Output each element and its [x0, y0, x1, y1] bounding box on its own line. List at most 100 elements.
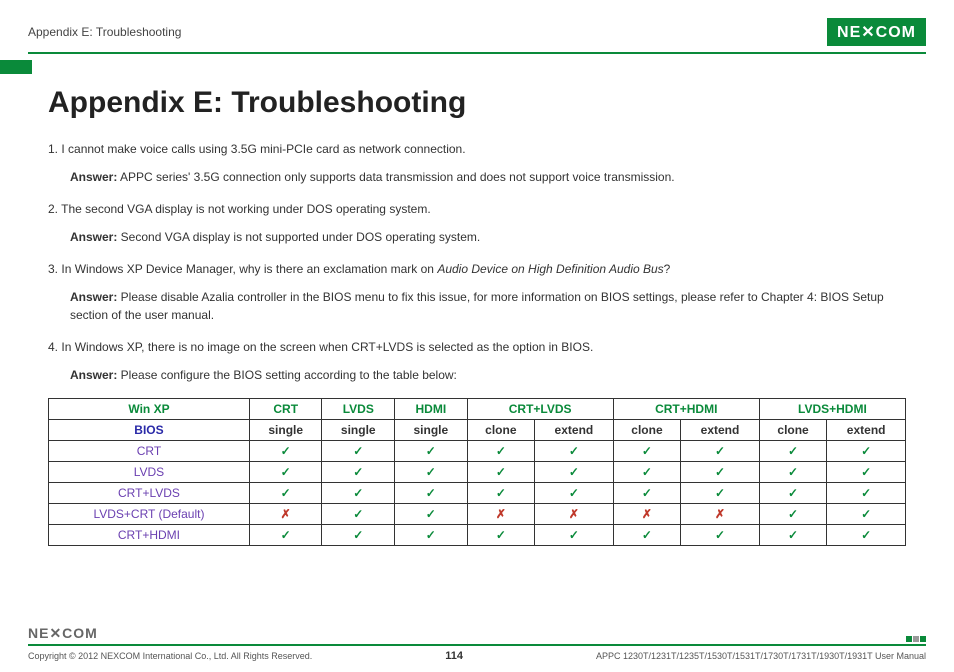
sub-extend: extend: [827, 420, 906, 441]
qa-question-post: ?: [664, 262, 671, 276]
copyright-text: Copyright © 2012 NEXCOM International Co…: [28, 651, 312, 661]
answer-text: APPC series' 3.5G connection only suppor…: [117, 170, 674, 184]
th-crt: CRT: [249, 399, 322, 420]
answer-text: Please disable Azalia controller in the …: [70, 290, 884, 322]
check-icon: ✓: [322, 441, 395, 462]
sub-clone: clone: [467, 420, 534, 441]
th-bios: BIOS: [49, 420, 250, 441]
check-icon: ✓: [249, 462, 322, 483]
answer-label: Answer:: [70, 170, 117, 184]
cross-icon: ✗: [467, 504, 534, 525]
check-icon: ✓: [467, 462, 534, 483]
check-icon: ✓: [249, 441, 322, 462]
th-winxp: Win XP: [49, 399, 250, 420]
table-row: CRT✓✓✓✓✓✓✓✓✓: [49, 441, 906, 462]
sub-extend: extend: [535, 420, 614, 441]
qa-num: 4.: [48, 340, 58, 354]
cross-icon: ✗: [249, 504, 322, 525]
check-icon: ✓: [759, 525, 826, 546]
check-icon: ✓: [827, 483, 906, 504]
qa-item-2: 2. The second VGA display is not working…: [48, 200, 906, 246]
sub-clone: clone: [613, 420, 680, 441]
check-icon: ✓: [759, 441, 826, 462]
table-row: LVDS+CRT (Default)✗✓✓✗✗✗✗✓✓: [49, 504, 906, 525]
row-label: LVDS+CRT (Default): [49, 504, 250, 525]
sub-single: single: [249, 420, 322, 441]
check-icon: ✓: [322, 462, 395, 483]
row-label: LVDS: [49, 462, 250, 483]
check-icon: ✓: [681, 525, 760, 546]
page-number: 114: [445, 650, 463, 662]
check-icon: ✓: [827, 441, 906, 462]
sub-single: single: [395, 420, 468, 441]
qa-question: In Windows XP, there is no image on the …: [61, 340, 593, 354]
check-icon: ✓: [613, 525, 680, 546]
check-icon: ✓: [613, 483, 680, 504]
check-icon: ✓: [249, 525, 322, 546]
answer-label: Answer:: [70, 368, 117, 382]
check-icon: ✓: [681, 462, 760, 483]
th-hdmi: HDMI: [395, 399, 468, 420]
row-label: CRT+HDMI: [49, 525, 250, 546]
page-footer: NE✕COM Copyright © 2012 NEXCOM Internati…: [28, 625, 926, 662]
check-icon: ✓: [759, 504, 826, 525]
qa-question-em: Audio Device on High Definition Audio Bu…: [437, 262, 663, 276]
table-row: CRT+HDMI✓✓✓✓✓✓✓✓✓: [49, 525, 906, 546]
check-icon: ✓: [395, 504, 468, 525]
content-body: 1. I cannot make voice calls using 3.5G …: [28, 140, 926, 546]
check-icon: ✓: [395, 483, 468, 504]
check-icon: ✓: [827, 525, 906, 546]
check-icon: ✓: [395, 525, 468, 546]
th-lvds-hdmi: LVDS+HDMI: [759, 399, 905, 420]
qa-num: 3.: [48, 262, 58, 276]
check-icon: ✓: [759, 462, 826, 483]
check-icon: ✓: [535, 483, 614, 504]
page-title: Appendix E: Troubleshooting: [48, 86, 926, 120]
footer-logo: NE✕COM: [28, 625, 98, 642]
check-icon: ✓: [467, 441, 534, 462]
check-icon: ✓: [535, 462, 614, 483]
qa-num: 1.: [48, 142, 58, 156]
qa-item-1: 1. I cannot make voice calls using 3.5G …: [48, 140, 906, 186]
footer-squares-icon: [906, 636, 926, 642]
check-icon: ✓: [322, 483, 395, 504]
check-icon: ✓: [249, 483, 322, 504]
th-lvds: LVDS: [322, 399, 395, 420]
check-icon: ✓: [759, 483, 826, 504]
sub-single: single: [322, 420, 395, 441]
check-icon: ✓: [467, 525, 534, 546]
row-label: CRT: [49, 441, 250, 462]
row-label: CRT+LVDS: [49, 483, 250, 504]
th-crt-lvds: CRT+LVDS: [467, 399, 613, 420]
check-icon: ✓: [613, 441, 680, 462]
cross-icon: ✗: [535, 504, 614, 525]
check-icon: ✓: [827, 504, 906, 525]
sub-extend: extend: [681, 420, 760, 441]
side-tab-decor: [0, 60, 32, 74]
table-row: LVDS✓✓✓✓✓✓✓✓✓: [49, 462, 906, 483]
table-header-row: Win XP CRT LVDS HDMI CRT+LVDS CRT+HDMI L…: [49, 399, 906, 420]
page-header: Appendix E: Troubleshooting NE✕COM: [28, 18, 926, 54]
sub-clone: clone: [759, 420, 826, 441]
answer-text: Second VGA display is not supported unde…: [117, 230, 480, 244]
qa-question: I cannot make voice calls using 3.5G min…: [61, 142, 465, 156]
cross-icon: ✗: [681, 504, 760, 525]
check-icon: ✓: [395, 441, 468, 462]
check-icon: ✓: [322, 504, 395, 525]
check-icon: ✓: [613, 462, 680, 483]
check-icon: ✓: [681, 441, 760, 462]
breadcrumb: Appendix E: Troubleshooting: [28, 25, 181, 39]
answer-text: Please configure the BIOS setting accord…: [117, 368, 457, 382]
bios-table: Win XP CRT LVDS HDMI CRT+LVDS CRT+HDMI L…: [48, 398, 906, 546]
check-icon: ✓: [467, 483, 534, 504]
check-icon: ✓: [535, 441, 614, 462]
nexcom-logo: NE✕COM: [827, 18, 926, 46]
answer-label: Answer:: [70, 290, 117, 304]
manual-ref: APPC 1230T/1231T/1235T/1530T/1531T/1730T…: [596, 651, 926, 661]
qa-item-3: 3. In Windows XP Device Manager, why is …: [48, 260, 906, 324]
qa-question-pre: In Windows XP Device Manager, why is the…: [61, 262, 437, 276]
table-subheader-row: BIOS single single single clone extend c…: [49, 420, 906, 441]
cross-icon: ✗: [613, 504, 680, 525]
check-icon: ✓: [681, 483, 760, 504]
qa-question: The second VGA display is not working un…: [61, 202, 431, 216]
